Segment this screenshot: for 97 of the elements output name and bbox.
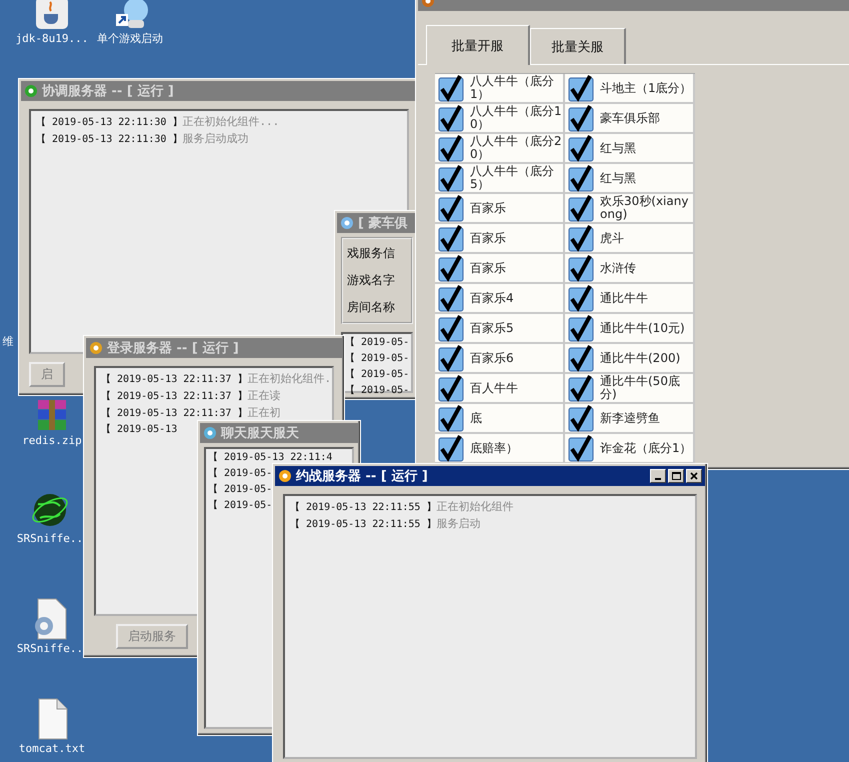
- log-line: 【 2019-05-: [345, 384, 410, 397]
- log-line: 【 2019-05-13 22:11:30 】正在初始化组件...: [36, 115, 280, 129]
- game-checkbox-item[interactable]: 百人牛牛: [435, 374, 565, 404]
- game-checkbox-item[interactable]: 八人牛牛（底分10）: [435, 104, 565, 134]
- game-checkbox-item[interactable]: 百家乐: [435, 254, 565, 284]
- desktop-icon-label[interactable]: 单个游戏启动: [97, 33, 163, 46]
- window-title: 约战服务器 -- [ 运行 ]: [296, 468, 428, 485]
- game-checkbox-item[interactable]: 新李逵劈鱼: [565, 404, 695, 434]
- app-icon: [340, 216, 354, 230]
- log-line: 【 2019-05-13 22:11:4: [208, 451, 332, 464]
- app-icon: [24, 84, 38, 98]
- log-line: 【 2019-05-13 22:11:55 】服务启动: [290, 517, 480, 531]
- log-line: 【 2019-05-: [208, 499, 272, 512]
- game-checkbox-item[interactable]: 通比牛牛(200): [565, 344, 695, 374]
- game-checkbox-item[interactable]: 八人牛牛（底分1）: [435, 74, 565, 104]
- checkbox[interactable]: [438, 344, 464, 372]
- checkbox[interactable]: [438, 314, 464, 342]
- checkbox[interactable]: [568, 344, 594, 372]
- checkbox[interactable]: [568, 404, 594, 432]
- maximize-button[interactable]: [668, 469, 684, 483]
- window-title: 协调服务器 -- [ 运行 ]: [42, 83, 174, 100]
- log-line: 【 2019-05-: [345, 368, 410, 381]
- checkbox[interactable]: [568, 434, 594, 462]
- checkbox[interactable]: [568, 194, 594, 222]
- app-icon: [203, 426, 217, 440]
- log-line: 【 2019-05-13 22:11:37 】正在初始化组件.: [101, 372, 332, 386]
- game-checkbox-item[interactable]: 通比牛牛: [565, 284, 695, 314]
- desktop-icon-label[interactable]: 维: [2, 336, 14, 349]
- desktop-icon-label[interactable]: SRSniffe..: [16, 643, 84, 656]
- app-icon: [89, 341, 103, 355]
- app-icon: [278, 469, 292, 483]
- checkbox[interactable]: [568, 374, 594, 402]
- checkbox[interactable]: [438, 434, 464, 462]
- window-title: 登录服务器 -- [ 运行 ]: [107, 340, 239, 357]
- checkbox[interactable]: [568, 254, 594, 282]
- game-checkbox-item[interactable]: 百家乐: [435, 194, 565, 224]
- checkbox[interactable]: [568, 224, 594, 252]
- game-checkbox-item[interactable]: 百家乐4: [435, 284, 565, 314]
- log-line: 【 2019-05-13: [101, 423, 178, 436]
- game-checkbox-item[interactable]: 百家乐5: [435, 314, 565, 344]
- checkbox[interactable]: [438, 374, 464, 402]
- log-line: 【 2019-05-: [208, 467, 272, 480]
- checkbox[interactable]: [438, 134, 464, 162]
- game-checkbox-item[interactable]: 红与黑: [565, 134, 695, 164]
- checkbox[interactable]: [568, 134, 594, 162]
- game-checkbox-item[interactable]: 红与黑: [565, 164, 695, 194]
- log-line: 【 2019-05-13 22:11:55 】正在初始化组件: [290, 500, 514, 514]
- game-checkbox-item[interactable]: 通比牛牛(10元): [565, 314, 695, 344]
- checkbox[interactable]: [568, 164, 594, 192]
- gear-document-icon: [32, 598, 68, 640]
- java-cup-icon: [35, 0, 69, 30]
- field-label: 戏服务信: [347, 245, 396, 262]
- checkbox[interactable]: [568, 74, 594, 102]
- tab[interactable]: 批量开服: [426, 25, 530, 65]
- window-title: [ 豪车俱: [358, 214, 408, 232]
- game-checkbox-item[interactable]: 豪车俱乐部: [565, 104, 695, 134]
- game-checkbox-item[interactable]: 百家乐6: [435, 344, 565, 374]
- checkbox[interactable]: [438, 164, 464, 192]
- game-checkbox-item[interactable]: 通比牛牛(50底分): [565, 374, 695, 404]
- checkbox[interactable]: [438, 284, 464, 312]
- window-title: 聊天服天服天: [221, 425, 299, 442]
- field-label: 房间名称: [347, 299, 396, 316]
- log-line: 【 2019-05-13 22:11:37 】正在读: [101, 389, 280, 403]
- checkbox[interactable]: [568, 104, 594, 132]
- log-line: 【 2019-05-: [208, 483, 272, 496]
- desktop-icon-label[interactable]: SRSniffe..: [16, 533, 84, 546]
- field-label: 游戏名字: [347, 272, 396, 289]
- log-line: 【 2019-05-13 22:11:30 】服务启动成功: [36, 132, 248, 146]
- game-checkbox-item[interactable]: 水浒传: [565, 254, 695, 284]
- game-checkbox-item[interactable]: 斗地主（1底分）: [565, 74, 695, 104]
- game-checkbox-item[interactable]: 底赔率）: [435, 434, 565, 464]
- tab[interactable]: 批量关服: [530, 28, 626, 64]
- checkbox[interactable]: [438, 224, 464, 252]
- game-checkbox-item[interactable]: 虎斗: [565, 224, 695, 254]
- game-checkbox-item[interactable]: 八人牛牛（底分20）: [435, 134, 565, 164]
- close-icon: [690, 472, 698, 480]
- game-checkbox-item[interactable]: 底: [435, 404, 565, 434]
- game-checkbox-item[interactable]: 八人牛牛（底分5）: [435, 164, 565, 194]
- maximize-icon: [672, 472, 680, 480]
- checkbox[interactable]: [438, 254, 464, 282]
- game-checkbox-item[interactable]: 诈金花（底分1）: [565, 434, 695, 464]
- minimize-button[interactable]: [650, 469, 666, 483]
- checkbox[interactable]: [568, 314, 594, 342]
- checkbox[interactable]: [438, 194, 464, 222]
- checkbox[interactable]: [438, 74, 464, 102]
- close-button[interactable]: [686, 469, 702, 483]
- checkbox[interactable]: [568, 284, 594, 312]
- log-line: 【 2019-05-: [345, 336, 410, 349]
- game-checkbox-item[interactable]: 百家乐: [435, 224, 565, 254]
- desktop-icon-label[interactable]: tomcat.txt: [18, 743, 86, 756]
- checkbox[interactable]: [438, 104, 464, 132]
- log-line: 【 2019-05-: [345, 352, 410, 365]
- game-checkbox-item[interactable]: 欢乐30秒(xianyong): [565, 194, 695, 224]
- checkbox[interactable]: [438, 404, 464, 432]
- log-line: 【 2019-05-13 22:11:37 】正在初: [101, 406, 280, 420]
- desktop-icon-label[interactable]: jdk-8u19...: [16, 33, 88, 46]
- desktop-icon-label[interactable]: redis.zip: [22, 435, 82, 448]
